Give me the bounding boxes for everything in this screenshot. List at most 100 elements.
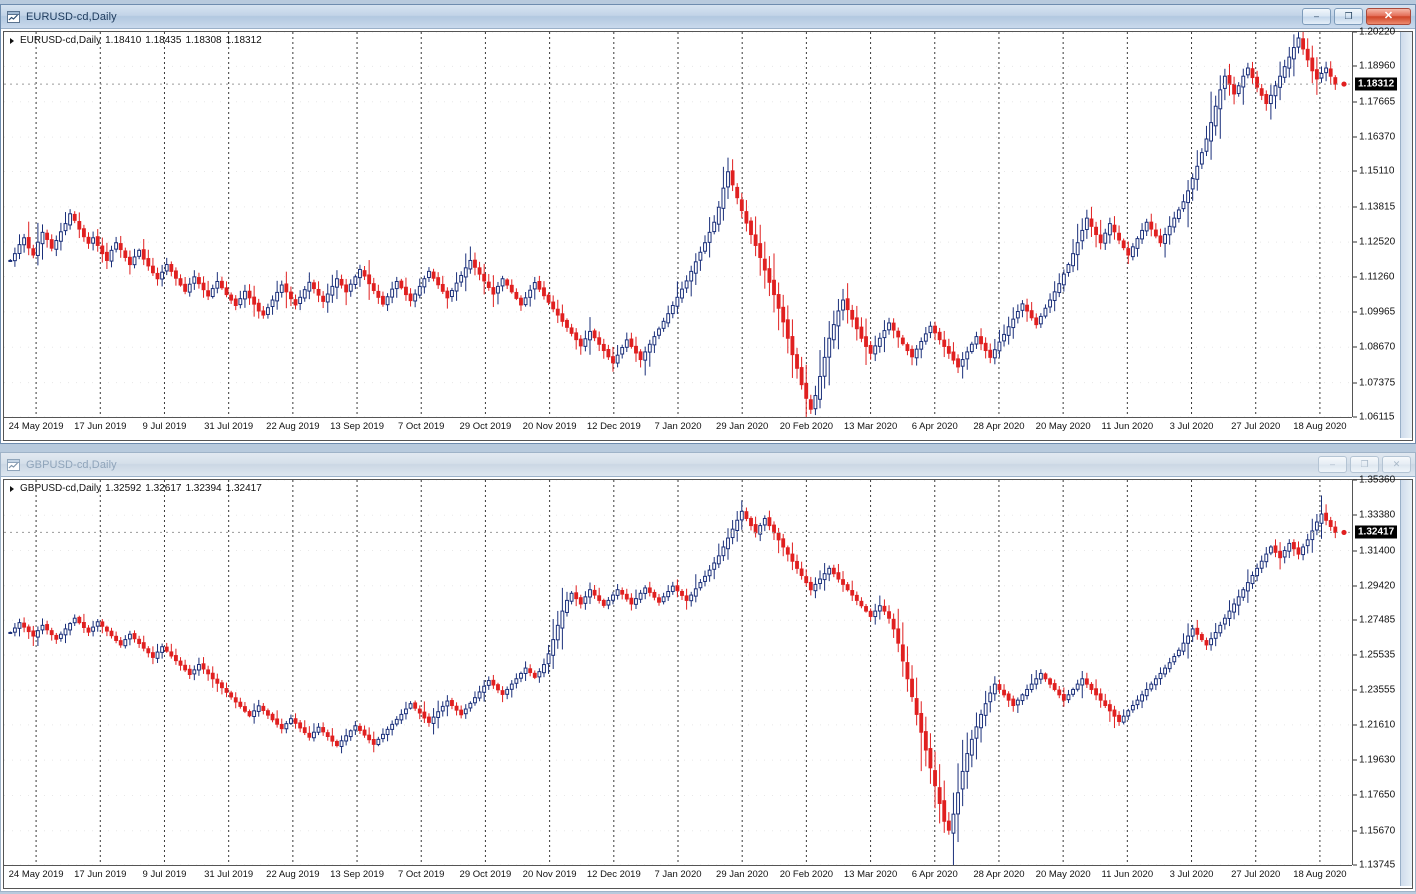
ohlc-low-gbpusd: 1.32394 xyxy=(185,483,222,494)
time-label: 7 Jan 2020 xyxy=(654,869,702,880)
time-label: 17 Jun 2019 xyxy=(74,421,127,432)
time-label: 22 Aug 2019 xyxy=(266,869,320,880)
time-label: 11 Jun 2020 xyxy=(1101,421,1154,432)
chart-client-gbpusd[interactable]: GBPUSD-cd,Daily 1.32592 1.32617 1.32394 … xyxy=(3,475,1413,889)
time-label: 12 Dec 2019 xyxy=(586,421,641,432)
vertical-scroll-strip-eurusd[interactable] xyxy=(1400,32,1412,438)
time-label: 13 Sep 2019 xyxy=(330,869,384,880)
time-label: 20 Nov 2019 xyxy=(522,869,577,880)
close-button-gbpusd[interactable]: ✕ xyxy=(1382,456,1411,473)
close-icon: ✕ xyxy=(1392,459,1401,469)
time-label: 3 Jul 2020 xyxy=(1169,421,1214,432)
price-tick xyxy=(1353,346,1357,348)
price-tick xyxy=(1353,241,1357,243)
chart-plot-eurusd[interactable] xyxy=(4,32,1352,417)
time-label: 20 Nov 2019 xyxy=(522,421,577,432)
price-tick xyxy=(1353,759,1357,761)
price-label: 1.25535 xyxy=(1359,649,1396,661)
price-tick xyxy=(1353,382,1357,384)
time-label: 7 Jan 2020 xyxy=(654,421,702,432)
price-tick xyxy=(1353,136,1357,138)
price-label: 1.07375 xyxy=(1359,377,1396,389)
collapse-caret-icon[interactable] xyxy=(10,485,14,492)
time-label: 27 Jul 2020 xyxy=(1231,869,1281,880)
minimize-button-eurusd[interactable]: – xyxy=(1302,8,1331,25)
price-label: 1.16370 xyxy=(1359,131,1396,143)
titlebar-gbpusd[interactable]: GBPUSD-cd,Daily – ❐ ✕ xyxy=(1,453,1415,477)
price-label: 1.12520 xyxy=(1359,236,1396,248)
time-label: 3 Jul 2020 xyxy=(1169,869,1214,880)
window-title-gbpusd: GBPUSD-cd,Daily xyxy=(26,458,117,471)
ohlc-high-gbpusd: 1.32617 xyxy=(145,483,182,494)
price-tick xyxy=(1353,585,1357,587)
price-tick xyxy=(1353,654,1357,656)
price-label: 1.29420 xyxy=(1359,580,1396,592)
time-label: 7 Oct 2019 xyxy=(397,421,445,432)
time-label: 6 Apr 2020 xyxy=(911,869,958,880)
price-label: 1.15110 xyxy=(1359,165,1395,177)
close-icon: ✕ xyxy=(1383,10,1394,22)
chart-client-eurusd[interactable]: EURUSD-cd,Daily 1.18410 1.18435 1.18308 … xyxy=(3,27,1413,441)
time-label: 7 Oct 2019 xyxy=(397,869,445,880)
time-label: 20 May 2020 xyxy=(1035,869,1091,880)
ohlc-open-gbpusd: 1.32592 xyxy=(105,483,142,494)
time-label: 20 May 2020 xyxy=(1035,421,1091,432)
price-tick xyxy=(1353,550,1357,552)
time-label: 29 Jan 2020 xyxy=(716,421,769,432)
time-label: 13 Mar 2020 xyxy=(843,421,898,432)
price-tick xyxy=(1353,479,1357,481)
ohlc-close-eurusd: 1.18312 xyxy=(225,35,262,46)
minimize-button-gbpusd[interactable]: – xyxy=(1318,456,1347,473)
vertical-scroll-strip-gbpusd[interactable] xyxy=(1400,480,1412,886)
restore-button-eurusd[interactable]: ❐ xyxy=(1334,8,1363,25)
price-tick xyxy=(1353,206,1357,208)
price-label: 1.31400 xyxy=(1359,545,1396,557)
ohlc-high-eurusd: 1.18435 xyxy=(145,35,182,46)
time-scale-eurusd[interactable]: 24 May 2019 17 Jun 2019 9 Jul 2019 31 Jul 2… xyxy=(4,417,1352,438)
chart-plot-gbpusd[interactable] xyxy=(4,480,1352,865)
time-label: 20 Feb 2020 xyxy=(779,869,834,880)
collapse-caret-icon[interactable] xyxy=(10,37,14,44)
close-button-eurusd[interactable]: ✕ xyxy=(1366,8,1411,25)
titlebar-eurusd[interactable]: EURUSD-cd,Daily – ❐ ✕ xyxy=(1,5,1415,29)
price-tick xyxy=(1353,170,1357,172)
minimize-icon: – xyxy=(1313,11,1319,21)
time-label: 31 Jul 2019 xyxy=(204,869,254,880)
window-controls-eurusd: – ❐ ✕ xyxy=(1302,8,1413,25)
time-label: 29 Jan 2020 xyxy=(716,869,769,880)
price-label: 1.11260 xyxy=(1359,271,1395,283)
current-price-badge: 1.32417 xyxy=(1355,525,1398,539)
price-tick xyxy=(1353,724,1357,726)
price-tick xyxy=(1353,416,1357,418)
metatrader-workspace: EURUSD-cd,Daily – ❐ ✕ EURUSD-cd,Daily 1.… xyxy=(0,0,1416,894)
window-title-eurusd: EURUSD-cd,Daily xyxy=(26,10,117,23)
time-label: 27 Jul 2020 xyxy=(1231,421,1281,432)
time-label: 9 Jul 2019 xyxy=(142,869,187,880)
time-label: 6 Apr 2020 xyxy=(911,421,958,432)
time-label: 13 Sep 2019 xyxy=(330,421,384,432)
time-scale-gbpusd[interactable]: 24 May 2019 17 Jun 2019 9 Jul 2019 31 Jul 2… xyxy=(4,865,1352,886)
chart-window-eurusd[interactable]: EURUSD-cd,Daily – ❐ ✕ EURUSD-cd,Daily 1.… xyxy=(0,4,1416,444)
time-label: 17 Jun 2019 xyxy=(74,869,127,880)
price-tick xyxy=(1353,101,1357,103)
time-label: 13 Mar 2020 xyxy=(843,869,898,880)
price-label: 1.21610 xyxy=(1359,719,1396,731)
ohlc-symbol-eurusd: EURUSD-cd,Daily xyxy=(20,35,102,46)
ohlc-symbol-gbpusd: GBPUSD-cd,Daily xyxy=(20,483,102,494)
price-label: 1.18960 xyxy=(1359,60,1396,72)
price-tick xyxy=(1353,65,1357,67)
time-label: 12 Dec 2019 xyxy=(586,869,641,880)
restore-button-gbpusd[interactable]: ❐ xyxy=(1350,456,1379,473)
ohlc-open-eurusd: 1.18410 xyxy=(105,35,142,46)
price-label: 1.13745 xyxy=(1359,859,1396,871)
chart-window-gbpusd[interactable]: GBPUSD-cd,Daily – ❐ ✕ GBPUSD-cd,Daily 1.… xyxy=(0,452,1416,892)
price-tick xyxy=(1353,276,1357,278)
current-price-badge: 1.18312 xyxy=(1355,77,1398,91)
restore-icon: ❐ xyxy=(1344,11,1353,21)
time-label: 22 Aug 2019 xyxy=(266,421,320,432)
ohlc-low-eurusd: 1.18308 xyxy=(185,35,222,46)
price-label: 1.19630 xyxy=(1359,754,1396,766)
minimize-icon: – xyxy=(1329,459,1335,469)
price-label: 1.08670 xyxy=(1359,341,1396,353)
price-label: 1.17665 xyxy=(1359,96,1396,108)
